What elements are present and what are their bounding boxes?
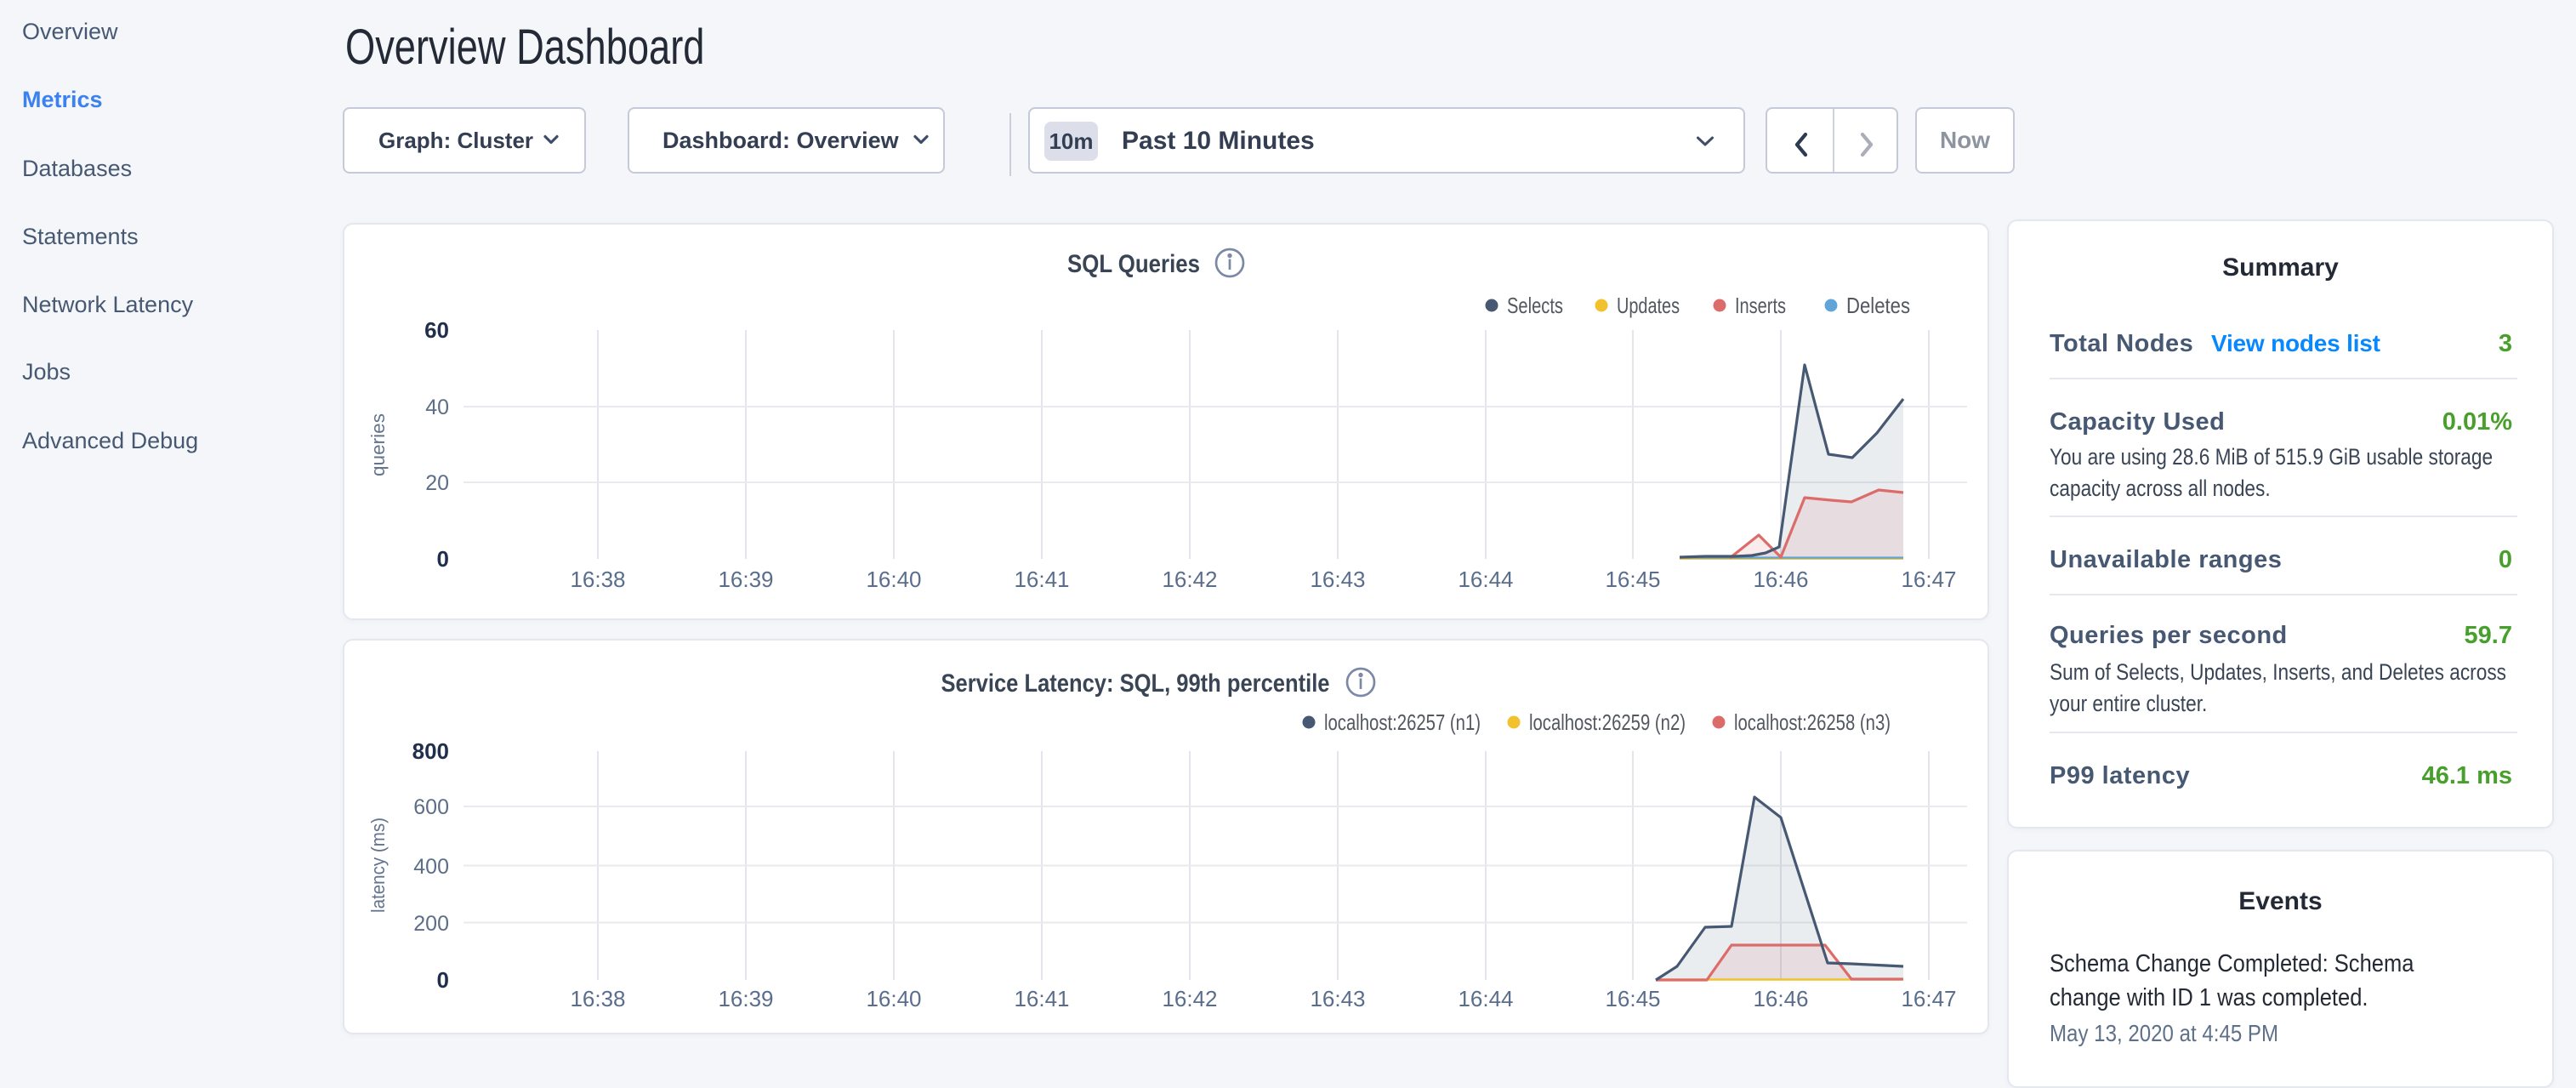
svg-text:800: 800	[412, 738, 449, 764]
svg-text:16:39: 16:39	[718, 986, 773, 1011]
svg-text:16:42: 16:42	[1162, 986, 1217, 1011]
svg-text:16:39: 16:39	[718, 567, 773, 592]
svg-text:16:47: 16:47	[1901, 567, 1956, 592]
svg-text:16:38: 16:38	[570, 567, 625, 592]
svg-text:16:44: 16:44	[1458, 986, 1513, 1011]
svg-text:16:43: 16:43	[1310, 986, 1365, 1011]
svg-text:queries: queries	[367, 413, 389, 476]
svg-text:16:42: 16:42	[1162, 567, 1217, 592]
svg-text:Updates: Updates	[1617, 293, 1680, 318]
svg-text:localhost:26258 (n3): localhost:26258 (n3)	[1734, 709, 1891, 735]
svg-text:latency (ms): latency (ms)	[367, 817, 389, 913]
svg-text:0: 0	[437, 546, 449, 572]
svg-text:600: 600	[413, 795, 449, 819]
svg-text:16:45: 16:45	[1605, 567, 1660, 592]
svg-text:20: 20	[425, 471, 449, 495]
svg-text:Selects: Selects	[1507, 293, 1563, 318]
svg-text:16:41: 16:41	[1014, 986, 1069, 1011]
svg-text:16:44: 16:44	[1458, 567, 1513, 592]
svg-text:16:45: 16:45	[1605, 986, 1660, 1011]
svg-text:Service Latency: SQL, 99th per: Service Latency: SQL, 99th percentile	[941, 669, 1330, 698]
svg-text:16:38: 16:38	[570, 986, 625, 1011]
svg-text:Inserts: Inserts	[1735, 293, 1786, 318]
svg-text:16:47: 16:47	[1901, 986, 1956, 1011]
svg-text:16:41: 16:41	[1014, 567, 1069, 592]
svg-text:SQL Queries: SQL Queries	[1067, 250, 1200, 278]
svg-text:60: 60	[424, 317, 449, 343]
svg-text:localhost:26259 (n2): localhost:26259 (n2)	[1529, 709, 1686, 735]
svg-text:400: 400	[413, 855, 449, 879]
svg-text:16:43: 16:43	[1310, 567, 1365, 592]
svg-text:200: 200	[413, 912, 449, 936]
svg-text:0: 0	[437, 967, 449, 993]
svg-text:40: 40	[425, 396, 449, 419]
svg-text:16:46: 16:46	[1753, 986, 1808, 1011]
svg-text:localhost:26257 (n1): localhost:26257 (n1)	[1324, 709, 1481, 735]
svg-text:16:46: 16:46	[1753, 567, 1808, 592]
svg-text:16:40: 16:40	[866, 986, 921, 1011]
svg-text:16:40: 16:40	[866, 567, 921, 592]
svg-text:Deletes: Deletes	[1846, 293, 1910, 318]
